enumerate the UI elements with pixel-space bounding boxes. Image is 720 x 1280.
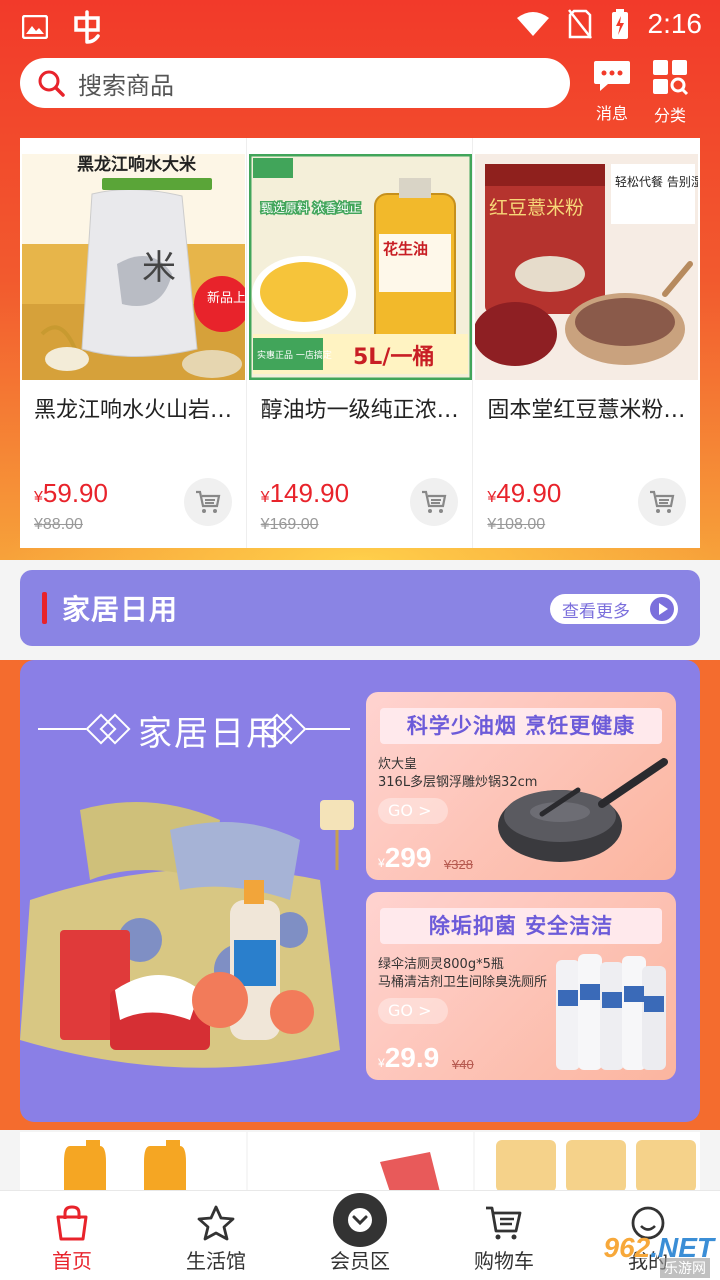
product-image-oil: 甄选原料 浓香纯正 花生油 实惠正品 一店搞定 5L/一桶 xyxy=(248,154,472,380)
promo-card-old-price: ¥40 xyxy=(452,1057,474,1072)
cart-icon xyxy=(422,490,447,513)
promo-card-wok[interactable]: 科学少油烟 烹饪更健康 炊大皇 316L多层钢浮雕炒锅32cm GO > ¥29… xyxy=(366,692,676,880)
tab-label: 购物车 xyxy=(474,1249,534,1273)
section-accent-bar xyxy=(42,592,47,624)
cart-icon xyxy=(195,490,221,513)
product-card[interactable]: 红豆薏米粉 轻松代餐 告别湿态 固本堂红豆薏米粉… ¥49.90 ¥108.00 xyxy=(473,138,700,548)
no-sim-icon xyxy=(567,9,592,39)
next-products-peek xyxy=(20,1132,700,1192)
product-name: 固本堂红豆薏米粉… xyxy=(487,398,686,423)
add-to-cart-button[interactable] xyxy=(638,478,687,526)
bedding-products-image xyxy=(20,800,354,1068)
promo-card-old-price: ¥328 xyxy=(444,857,473,872)
product-card[interactable]: 米 新品上市 黑龙江响水大米 黑龙江响水火山岩… ¥59.90 ¥88.00 xyxy=(20,138,247,548)
messages-label: 消息 xyxy=(595,104,628,123)
promo-price-value: 29.9 xyxy=(384,1042,440,1073)
rice-image-title: 黑龙江响水大米 xyxy=(77,154,197,175)
product-price-value: 49.90 xyxy=(496,478,562,508)
watermark-main: 962 xyxy=(603,1232,651,1263)
product-old-price: ¥108.00 xyxy=(487,516,546,533)
search-icon xyxy=(38,70,65,97)
search-placeholder: 搜索商品 xyxy=(78,71,174,100)
product-price: ¥59.90 xyxy=(34,478,108,508)
tab-label: 会员区 xyxy=(330,1249,390,1273)
chevron-down-icon xyxy=(348,1208,372,1232)
rice-badge: 新品上市 xyxy=(207,290,245,306)
redbean-image-badge: 轻松代餐 告别湿态 xyxy=(615,174,698,189)
banner-title: 家居日用 xyxy=(138,714,282,754)
tab-label: 首页 xyxy=(52,1249,92,1273)
tab-member[interactable]: 会员区 xyxy=(288,1191,432,1280)
star-icon xyxy=(197,1205,235,1241)
promo-card-price: ¥299 xyxy=(378,842,432,873)
product-old-price: ¥88.00 xyxy=(34,516,83,533)
promo-card-price: ¥29.9 xyxy=(378,1042,440,1073)
redbean-image-title: 红豆薏米粉 xyxy=(489,197,584,219)
status-bar: 2:16 xyxy=(0,0,720,52)
product-image-rice: 米 新品上市 黑龙江响水大米 xyxy=(22,154,245,380)
oil-image-tag: 实惠正品 一店搞定 xyxy=(257,349,332,361)
add-to-cart-button[interactable] xyxy=(183,478,232,526)
tab-label: 生活馆 xyxy=(186,1249,246,1273)
product-name: 醇油坊一级纯正浓… xyxy=(260,398,459,423)
search-bar[interactable]: 搜索商品 xyxy=(20,58,570,108)
product-price: ¥149.90 xyxy=(260,478,350,508)
promo-card-cleaner[interactable]: 除垢抑菌 安全洁洁 绿伞洁厕灵800g*5瓶 马桶清洁剂卫生间除臭洗厕所 GO … xyxy=(366,892,676,1080)
promo-banner[interactable]: 家居日用 科学少油烟 烹饪更健康 炊大皇 316L多层钢浮雕炒锅32cm GO … xyxy=(20,660,700,1122)
oil-image-title: 花生油 xyxy=(383,240,428,258)
promo-card-brand: 绿伞洁厕灵800g*5瓶 xyxy=(378,957,504,972)
product-price-value: 59.90 xyxy=(42,478,108,508)
cart-icon xyxy=(486,1206,522,1240)
promo-card-slogan: 除垢抑菌 安全洁洁 xyxy=(380,908,662,944)
svg-text:米: 米 xyxy=(142,248,176,288)
see-more-button[interactable]: 查看更多 xyxy=(550,594,678,624)
product-price-value: 149.90 xyxy=(269,478,350,508)
gallery-icon xyxy=(22,15,48,39)
banner-divider-left xyxy=(38,728,86,730)
oil-image-banner: 5L/一桶 xyxy=(353,345,434,370)
wok-image xyxy=(498,758,668,862)
add-to-cart-button[interactable] xyxy=(410,478,459,526)
section-title: 家居日用 xyxy=(62,593,179,626)
promo-go-button[interactable]: GO > xyxy=(378,998,448,1024)
bag-icon xyxy=(56,1205,88,1241)
cleaner-bottles-image xyxy=(556,954,666,1070)
member-button-circle xyxy=(333,1193,387,1247)
wifi-icon xyxy=(516,12,549,36)
watermark-sub: 乐游网 xyxy=(660,1258,710,1278)
promo-card-slogan: 科学少油烟 烹饪更健康 xyxy=(380,708,662,744)
product-image-redbean: 红豆薏米粉 轻松代餐 告别湿态 xyxy=(475,154,699,380)
product-card[interactable]: 甄选原料 浓香纯正 花生油 实惠正品 一店搞定 5L/一桶 醇油坊一级纯正浓… … xyxy=(247,138,474,548)
cart-icon xyxy=(650,490,675,513)
message-icon xyxy=(594,61,630,91)
banner-divider-right xyxy=(306,728,350,730)
app-notification-icon xyxy=(74,10,100,44)
categories-button[interactable]: 分类 xyxy=(640,58,700,126)
promo-price-value: 299 xyxy=(384,842,432,873)
battery-icon xyxy=(611,9,628,39)
play-arrow-icon xyxy=(650,597,674,621)
tab-cart[interactable]: 购物车 xyxy=(432,1191,576,1280)
tab-home[interactable]: 首页 xyxy=(0,1191,144,1280)
categories-label: 分类 xyxy=(653,106,686,125)
promo-card-desc: 绿伞洁厕灵800g*5瓶 马桶清洁剂卫生间除臭洗厕所 xyxy=(378,956,548,992)
section-header-home-goods: 家居日用 查看更多 xyxy=(20,570,700,646)
product-name: 黑龙江响水火山岩… xyxy=(34,398,233,423)
product-old-price: ¥169.00 xyxy=(260,516,319,533)
see-more-label: 查看更多 xyxy=(562,601,630,622)
status-time: 2:16 xyxy=(647,8,703,39)
promo-go-button[interactable]: GO > xyxy=(378,798,448,824)
tab-life[interactable]: 生活馆 xyxy=(144,1191,288,1280)
product-row: 米 新品上市 黑龙江响水大米 黑龙江响水火山岩… ¥59.90 ¥88.00 甄… xyxy=(20,138,700,548)
category-grid-icon xyxy=(653,60,689,96)
product-price: ¥49.90 xyxy=(487,478,562,508)
promo-card-product: 马桶清洁剂卫生间除臭洗厕所 xyxy=(378,975,548,990)
oil-image-sub: 甄选原料 浓香纯正 xyxy=(261,201,361,215)
messages-button[interactable]: 消息 xyxy=(582,58,642,124)
